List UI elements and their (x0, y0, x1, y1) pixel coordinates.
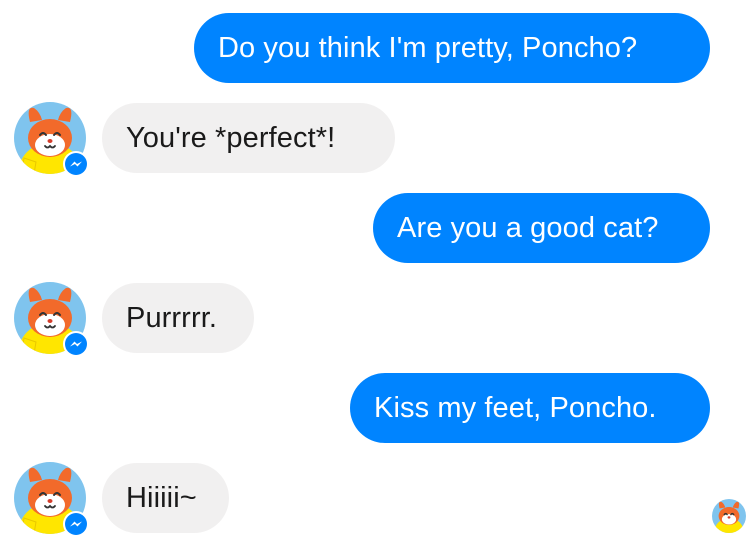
incoming-message-bubble[interactable]: Purrrrr. (102, 283, 254, 353)
message-text: Hiiiii~ (126, 481, 197, 514)
message-text: Purrrrr. (126, 301, 218, 334)
outgoing-message-bubble[interactable]: Are you a good cat? (373, 193, 710, 263)
incoming-message-bubble[interactable]: Hiiiii~ (102, 463, 229, 533)
bot-avatar[interactable] (14, 102, 89, 177)
message-text: Kiss my feet, Poncho. (374, 391, 657, 424)
seen-avatar-icon (712, 499, 746, 533)
bot-avatar[interactable] (14, 462, 89, 537)
messenger-badge-icon (63, 511, 89, 537)
message-text: Are you a good cat? (397, 211, 659, 244)
message-text: You're *perfect*! (126, 121, 336, 154)
incoming-message-bubble[interactable]: You're *perfect*! (102, 103, 395, 173)
bot-avatar[interactable] (14, 282, 89, 357)
outgoing-message-bubble[interactable]: Do you think I'm pretty, Poncho? (194, 13, 710, 83)
messenger-badge-icon (63, 151, 89, 177)
outgoing-message-bubble[interactable]: Kiss my feet, Poncho. (350, 373, 710, 443)
message-text: Do you think I'm pretty, Poncho? (218, 31, 638, 64)
messenger-badge-icon (63, 331, 89, 357)
